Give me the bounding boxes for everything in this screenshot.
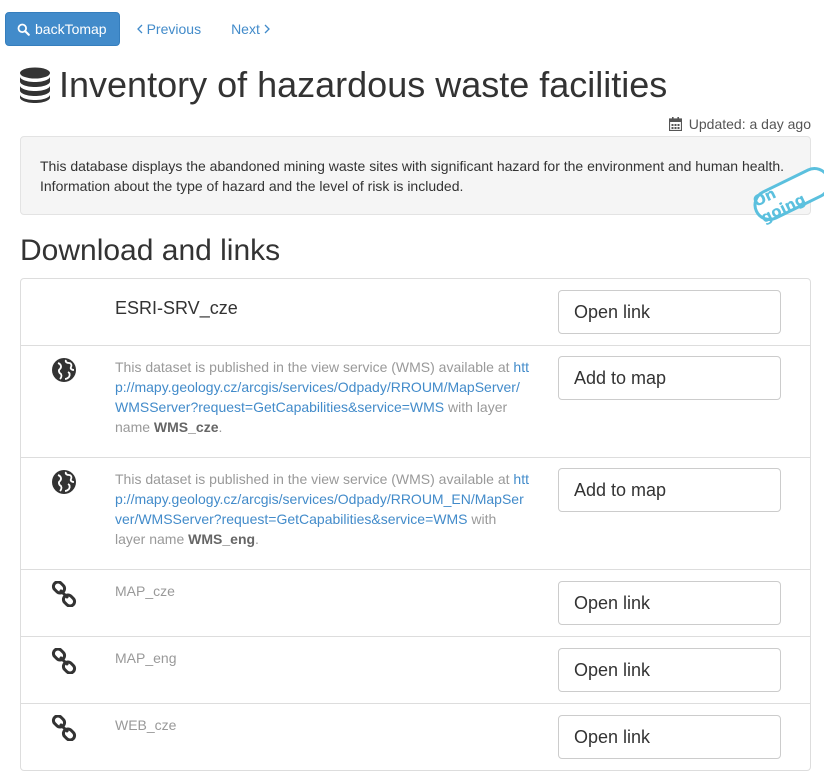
link-name: WEB_cze	[115, 717, 177, 733]
page-header: Inventory of hazardous waste facilities	[19, 64, 667, 106]
back-to-map-label: backTomap	[35, 21, 107, 37]
link-icon	[51, 715, 77, 741]
section-title: Download and links	[20, 234, 281, 267]
link-name: MAP_eng	[115, 650, 177, 666]
page-title: Inventory of hazardous waste facilities	[59, 64, 668, 105]
previous-label: Previous	[146, 21, 202, 37]
back-to-map-button[interactable]: backTomap	[5, 12, 120, 46]
layer-name: WMS_cze	[153, 419, 219, 435]
next-label: Next	[231, 21, 260, 37]
link-icon	[51, 648, 77, 674]
search-icon	[17, 23, 30, 36]
list-item: MAP_eng Open link	[20, 636, 811, 704]
wms-description: This dataset is published in the view se…	[115, 359, 529, 435]
abstract-text: This database displays the abandoned min…	[40, 158, 785, 194]
globe-icon	[52, 470, 76, 494]
open-link-button[interactable]: Open link	[558, 715, 781, 759]
add-to-map-button[interactable]: Add to map	[558, 356, 781, 400]
calendar-icon	[668, 117, 682, 131]
list-item: This dataset is published in the view se…	[20, 345, 811, 458]
desc-prefix: This dataset is published in the view se…	[115, 359, 510, 375]
wms-description: This dataset is published in the view se…	[115, 471, 529, 547]
desc-prefix: This dataset is published in the view se…	[115, 471, 510, 487]
link-icon	[51, 581, 77, 607]
next-link[interactable]: Next	[231, 21, 270, 37]
top-navigation: backTomap Previous Next	[5, 12, 270, 46]
layer-name: WMS_eng	[188, 531, 256, 547]
abstract-box: This database displays the abandoned min…	[20, 136, 811, 215]
add-to-map-button[interactable]: Add to map	[558, 468, 781, 512]
open-link-button[interactable]: Open link	[558, 581, 781, 625]
chevron-left-icon	[136, 24, 143, 34]
list-item: This dataset is published in the view se…	[20, 457, 811, 570]
list-item: WEB_cze Open link	[20, 703, 811, 771]
links-list: ESRI-SRV_cze Open link This dataset is p…	[20, 278, 811, 771]
link-name: MAP_cze	[115, 583, 175, 599]
database-icon	[20, 67, 50, 103]
globe-icon	[52, 358, 76, 382]
link-name: ESRI-SRV_cze	[115, 298, 238, 318]
previous-link[interactable]: Previous	[136, 21, 202, 37]
chevron-right-icon	[264, 24, 270, 34]
list-item: ESRI-SRV_cze Open link	[20, 278, 811, 346]
list-item: MAP_cze Open link	[20, 569, 811, 637]
updated-text: Updated: a day ago	[688, 116, 811, 132]
updated-info: Updated: a day ago	[668, 116, 811, 132]
open-link-button[interactable]: Open link	[558, 290, 781, 334]
open-link-button[interactable]: Open link	[558, 648, 781, 692]
